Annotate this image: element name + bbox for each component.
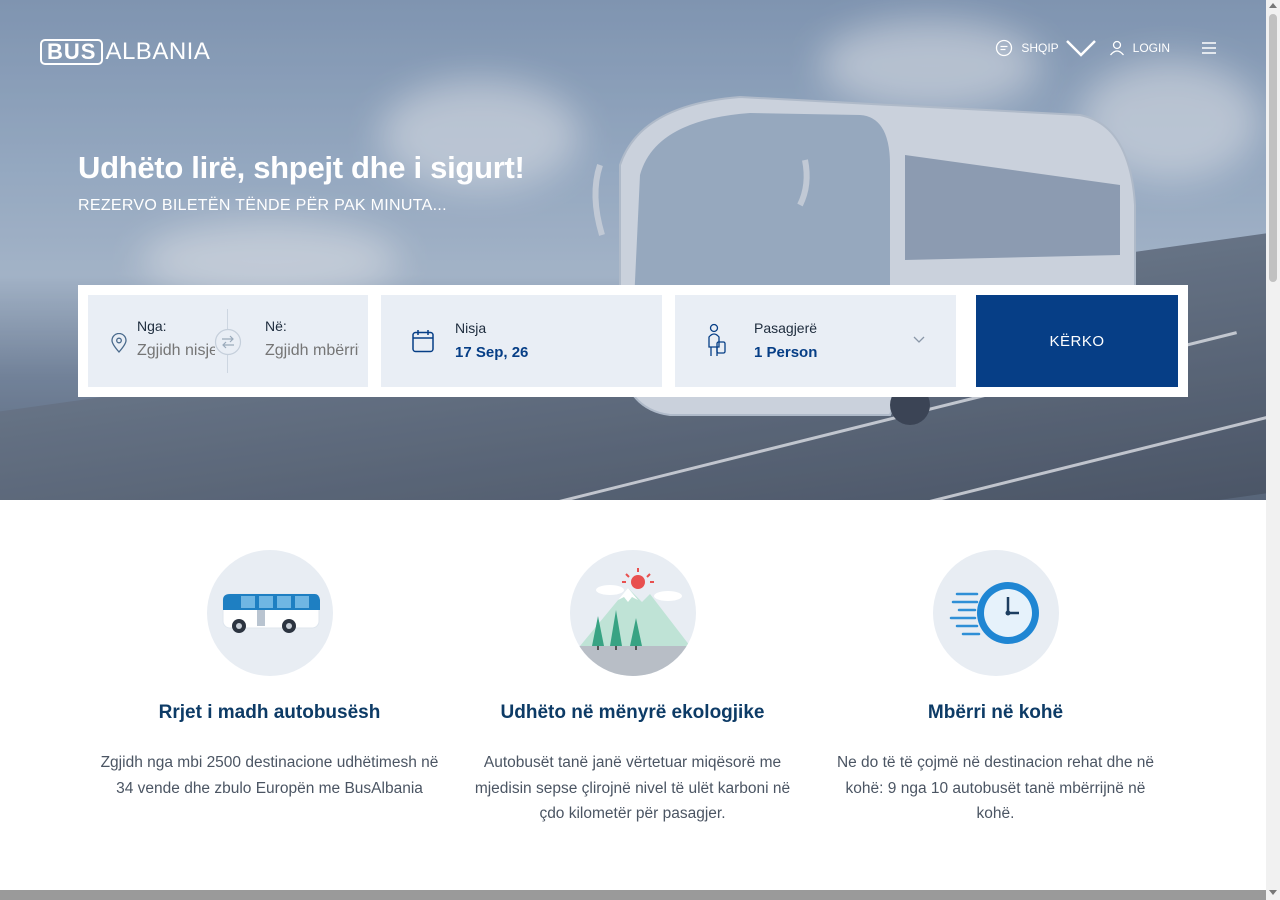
feature-title: Udhëto në mënyrë ekologjike (500, 702, 765, 723)
user-icon (1109, 40, 1124, 56)
fast-clock-icon (932, 550, 1059, 676)
logo-text: ALBANIA (105, 38, 211, 65)
date-value: 17 Sep, 26 (455, 344, 529, 361)
search-button[interactable]: KËRKO (976, 295, 1178, 387)
language-selector[interactable]: SHQIP (995, 38, 1100, 58)
login-link[interactable]: LOGIN (1109, 40, 1170, 56)
scroll-down-arrow-icon[interactable] (1269, 890, 1277, 895)
language-label: SHQIP (1021, 41, 1059, 55)
hero-banner: BUS ALBANIA SHQIP LOGIN Udhëto lirë, shp… (0, 0, 1266, 500)
feature-text: Autobusët tanë janë vërtetuar miqësorë m… (474, 754, 791, 822)
features-section: Rrjet i madh autobusësh Zgjidh nga mbi 2… (88, 550, 1178, 827)
to-label: Në: (265, 318, 287, 334)
date-field[interactable]: Nisja 17 Sep, 26 (381, 295, 662, 387)
chevron-down-icon (1065, 40, 1096, 57)
scroll-up-arrow-icon[interactable] (1269, 3, 1277, 8)
feature-network: Rrjet i madh autobusësh Zgjidh nga mbi 2… (88, 550, 451, 827)
feature-title: Rrjet i madh autobusësh (158, 702, 381, 723)
feature-text: Zgjidh nga mbi 2500 destinacione udhëtim… (100, 754, 439, 797)
feature-eco: Udhëto në mënyrë ekologjike Autobusët ta… (451, 550, 814, 827)
passengers-value: 1 Person (754, 344, 818, 361)
feature-title: Mbërri në kohë (927, 702, 1064, 723)
hamburger-menu-icon[interactable] (1202, 41, 1216, 55)
passenger-icon (708, 323, 726, 356)
passengers-field[interactable]: Pasagjerë 1 Person (675, 295, 956, 387)
from-label: Nga: (137, 318, 167, 334)
search-form: Nga: Në: Nisja 17 Sep, 26 (78, 285, 1188, 397)
chat-icon (996, 39, 1013, 57)
login-label: LOGIN (1132, 41, 1170, 55)
page: BUS ALBANIA SHQIP LOGIN Udhëto lirë, shp… (0, 0, 1280, 900)
mountain-eco-icon (569, 550, 696, 676)
hero-overlay (0, 0, 1266, 500)
hero-title: Udhëto lirë, shpejt dhe i sigurt! (78, 150, 525, 185)
calendar-icon (412, 330, 434, 353)
feature-text: Ne do të të çojmë në destinacion rehat d… (836, 754, 1155, 822)
feature-ontime: Mbërri në kohë Ne do të të çojmë në dest… (814, 550, 1177, 827)
hero-subtitle: REZERVO BILETËN TËNDE PËR PAK MINUTA... (78, 197, 447, 214)
from-input[interactable] (137, 342, 215, 360)
logo-bus-box: BUS (40, 39, 104, 65)
swap-icon[interactable] (214, 328, 242, 356)
logo[interactable]: BUS ALBANIA (40, 38, 210, 66)
top-nav: SHQIP LOGIN (995, 38, 1216, 58)
dropdown-chevron-icon (913, 336, 925, 343)
bus-icon (206, 550, 333, 676)
footer-edge (0, 890, 1266, 900)
to-input[interactable] (265, 342, 359, 360)
route-field: Nga: Në: (88, 295, 368, 387)
page-scrollbar[interactable] (1266, 0, 1280, 900)
date-label: Nisja (455, 320, 487, 336)
location-pin-icon (111, 333, 127, 353)
scrollbar-thumb[interactable] (1269, 14, 1277, 282)
passengers-label: Pasagjerë (754, 320, 818, 336)
